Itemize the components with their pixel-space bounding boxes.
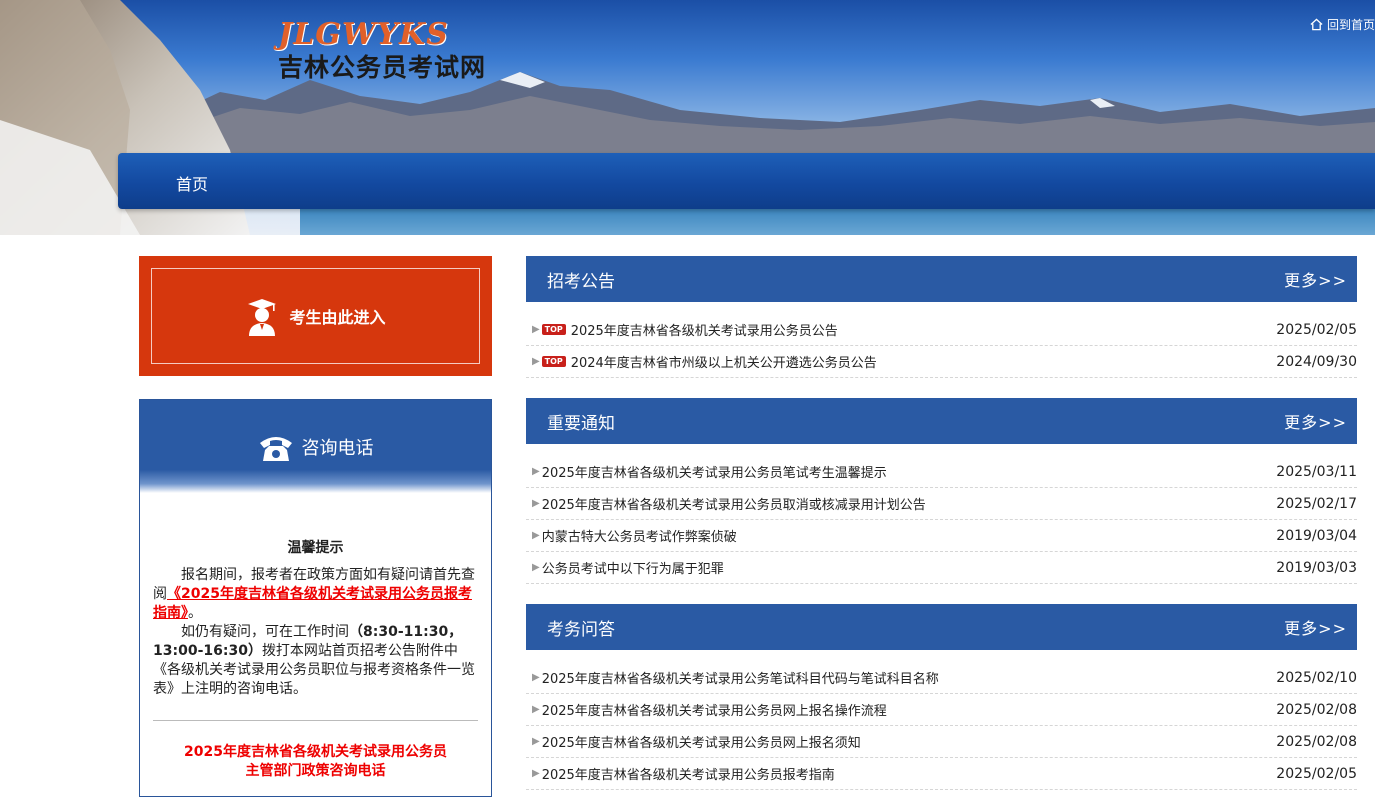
policy-phone-title-line2: 主管部门政策咨询电话 bbox=[245, 763, 386, 779]
logo-site-name: 吉林公务员考试网 bbox=[278, 53, 487, 82]
list-item-title: 2025年度吉林省各级机关考试录用公务员取消或核减录用计划公告 bbox=[541, 498, 926, 513]
list-item-link[interactable]: ▶ TOP 2024年度吉林省市州级以上机关公开遴选公务员公告 bbox=[532, 352, 877, 371]
news-list: ▶ TOP 2025年度吉林省各级机关考试录用公务员公告 2025/02/05 … bbox=[526, 314, 1357, 378]
list-item: ▶ 2025年度吉林省各级机关考试录用公务员笔试考生温馨提示 2025/03/1… bbox=[526, 456, 1357, 488]
section-header: 招考公告 更多>> bbox=[526, 256, 1357, 302]
candidate-entry-frame: 考生由此进入 bbox=[151, 268, 480, 364]
triangle-bullet-icon: ▶ bbox=[532, 498, 540, 509]
list-item-date: 2025/02/05 bbox=[1276, 765, 1357, 782]
triangle-bullet-icon: ▶ bbox=[532, 356, 540, 367]
top-badge: TOP bbox=[541, 356, 566, 367]
tip-paragraph-1: 报名期间，报考者在政策方面如有疑问请首先查阅《2025年度吉林省各级机关考试录用… bbox=[153, 566, 478, 623]
divider bbox=[153, 720, 478, 721]
list-item-link[interactable]: ▶ 内蒙古特大公务员考试作弊案侦破 bbox=[532, 526, 737, 545]
list-item-link[interactable]: ▶ 2025年度吉林省各级机关考试录用公务笔试科目代码与笔试科目名称 bbox=[532, 668, 939, 687]
list-item: ▶ 2025年度吉林省各级机关考试录用公务员报考指南 2025/02/05 bbox=[526, 758, 1357, 790]
candidate-entry-label: 考生由此进入 bbox=[289, 308, 386, 327]
news-list: ▶ 2025年度吉林省各级机关考试录用公务笔试科目代码与笔试科目名称 2025/… bbox=[526, 662, 1357, 790]
list-item-date: 2019/03/04 bbox=[1276, 527, 1357, 544]
list-item: ▶ 2025年度吉林省各级机关考试录用公务员网上报名须知 2025/02/08 bbox=[526, 726, 1357, 758]
consult-header: 咨询电话 bbox=[140, 400, 491, 493]
candidate-entry-button[interactable]: 考生由此进入 bbox=[139, 256, 492, 376]
list-item-title: 内蒙古特大公务员考试作弊案侦破 bbox=[541, 530, 737, 545]
list-item-title: 公务员考试中以下行为属于犯罪 bbox=[541, 562, 724, 577]
list-item-date: 2025/02/17 bbox=[1276, 495, 1357, 512]
triangle-bullet-icon: ▶ bbox=[532, 736, 540, 747]
list-item: ▶ 2025年度吉林省各级机关考试录用公务笔试科目代码与笔试科目名称 2025/… bbox=[526, 662, 1357, 694]
news-list: ▶ 2025年度吉林省各级机关考试录用公务员笔试考生温馨提示 2025/03/1… bbox=[526, 456, 1357, 584]
list-item: ▶ TOP 2024年度吉林省市州级以上机关公开遴选公务员公告 2024/09/… bbox=[526, 346, 1357, 378]
triangle-bullet-icon: ▶ bbox=[532, 704, 540, 715]
logo-mark: JLGWYKS bbox=[278, 17, 449, 52]
list-item-link[interactable]: ▶ TOP 2025年度吉林省各级机关考试录用公务员公告 bbox=[532, 320, 838, 339]
list-item-date: 2019/03/03 bbox=[1276, 559, 1357, 576]
back-home-label: 回到首页 bbox=[1326, 18, 1375, 32]
tip-text: 报名期间，报考者在政策方面如有疑问请首先查阅《2025年度吉林省各级机关考试录用… bbox=[140, 566, 491, 699]
list-item-date: 2025/02/05 bbox=[1276, 321, 1357, 338]
section-header: 重要通知 更多>> bbox=[526, 398, 1357, 444]
consult-title: 咨询电话 bbox=[301, 437, 374, 459]
tip-p1-end: 。 bbox=[188, 605, 202, 621]
more-link[interactable]: 更多>> bbox=[1284, 267, 1347, 291]
list-item-link[interactable]: ▶ 2025年度吉林省各级机关考试录用公务员网上报名须知 bbox=[532, 732, 861, 751]
more-link[interactable]: 更多>> bbox=[1284, 615, 1347, 639]
section-exam-faq: 考务问答 更多>> ▶ 2025年度吉林省各级机关考试录用公务笔试科目代码与笔试… bbox=[526, 604, 1357, 790]
list-item-title: 2025年度吉林省各级机关考试录用公务员网上报名操作流程 bbox=[541, 704, 887, 719]
section-important-notices: 重要通知 更多>> ▶ 2025年度吉林省各级机关考试录用公务员笔试考生温馨提示… bbox=[526, 398, 1357, 584]
section-header: 考务问答 更多>> bbox=[526, 604, 1357, 650]
list-item-link[interactable]: ▶ 公务员考试中以下行为属于犯罪 bbox=[532, 558, 724, 577]
list-item-title: 2025年度吉林省各级机关考试录用公务员笔试考生温馨提示 bbox=[541, 466, 887, 481]
list-item-date: 2025/02/08 bbox=[1276, 701, 1357, 718]
main-navbar: 首页 bbox=[118, 153, 1375, 209]
section-title: 招考公告 bbox=[547, 271, 615, 292]
triangle-bullet-icon: ▶ bbox=[532, 466, 540, 477]
student-icon bbox=[248, 299, 277, 336]
list-item-date: 2025/03/11 bbox=[1276, 463, 1357, 480]
more-link[interactable]: 更多>> bbox=[1284, 409, 1347, 433]
list-item: ▶ 2025年度吉林省各级机关考试录用公务员取消或核减录用计划公告 2025/0… bbox=[526, 488, 1357, 520]
list-item-title: 2025年度吉林省各级机关考试录用公务笔试科目代码与笔试科目名称 bbox=[541, 672, 939, 687]
triangle-bullet-icon: ▶ bbox=[532, 324, 540, 335]
list-item-title: 2025年度吉林省各级机关考试录用公务员报考指南 bbox=[541, 768, 835, 783]
list-item: ▶ 公务员考试中以下行为属于犯罪 2019/03/03 bbox=[526, 552, 1357, 584]
phone-icon bbox=[259, 436, 292, 461]
list-item-link[interactable]: ▶ 2025年度吉林省各级机关考试录用公务员笔试考生温馨提示 bbox=[532, 462, 887, 481]
triangle-bullet-icon: ▶ bbox=[532, 530, 540, 541]
section-title: 考务问答 bbox=[547, 619, 615, 640]
nav-item-home[interactable]: 首页 bbox=[176, 171, 208, 195]
list-item-link[interactable]: ▶ 2025年度吉林省各级机关考试录用公务员取消或核减录用计划公告 bbox=[532, 494, 926, 513]
list-item-date: 2025/02/10 bbox=[1276, 669, 1357, 686]
list-item-date: 2024/09/30 bbox=[1276, 353, 1357, 370]
triangle-bullet-icon: ▶ bbox=[532, 562, 540, 573]
policy-phone-title-line1: 2025年度吉林省各级机关考试录用公务员 bbox=[184, 744, 447, 760]
list-item: ▶ TOP 2025年度吉林省各级机关考试录用公务员公告 2025/02/05 bbox=[526, 314, 1357, 346]
policy-phone-title: 2025年度吉林省各级机关考试录用公务员 主管部门政策咨询电话 bbox=[140, 743, 491, 781]
list-item-title: 2024年度吉林省市州级以上机关公开遴选公务员公告 bbox=[570, 356, 877, 371]
tip-paragraph-2: 如仍有疑问，可在工作时间（8:30-11:30，13:00-16:30）拨打本网… bbox=[153, 623, 478, 699]
home-icon bbox=[1310, 18, 1323, 31]
list-item-title: 2025年度吉林省各级机关考试录用公务员网上报名须知 bbox=[541, 736, 861, 751]
list-item-date: 2025/02/08 bbox=[1276, 733, 1357, 750]
top-badge: TOP bbox=[541, 324, 566, 335]
triangle-bullet-icon: ▶ bbox=[532, 672, 540, 683]
section-title: 重要通知 bbox=[547, 413, 615, 434]
consult-panel: 咨询电话 温馨提示 报名期间，报考者在政策方面如有疑问请首先查阅《2025年度吉… bbox=[139, 399, 492, 797]
list-item-link[interactable]: ▶ 2025年度吉林省各级机关考试录用公务员网上报名操作流程 bbox=[532, 700, 887, 719]
tip-title: 温馨提示 bbox=[287, 540, 344, 556]
site-logo[interactable]: JLGWYKS 吉林公务员考试网 bbox=[278, 18, 486, 84]
tip-p2-text: 如仍有疑问，可在工作时间 bbox=[181, 624, 349, 640]
list-item-title: 2025年度吉林省各级机关考试录用公务员公告 bbox=[570, 324, 838, 339]
back-home-link[interactable]: 回到首页 bbox=[1310, 16, 1375, 33]
list-item: ▶ 内蒙古特大公务员考试作弊案侦破 2019/03/04 bbox=[526, 520, 1357, 552]
triangle-bullet-icon: ▶ bbox=[532, 768, 540, 779]
list-item: ▶ 2025年度吉林省各级机关考试录用公务员网上报名操作流程 2025/02/0… bbox=[526, 694, 1357, 726]
list-item-link[interactable]: ▶ 2025年度吉林省各级机关考试录用公务员报考指南 bbox=[532, 764, 835, 783]
section-exam-announcements: 招考公告 更多>> ▶ TOP 2025年度吉林省各级机关考试录用公务员公告 2… bbox=[526, 256, 1357, 378]
